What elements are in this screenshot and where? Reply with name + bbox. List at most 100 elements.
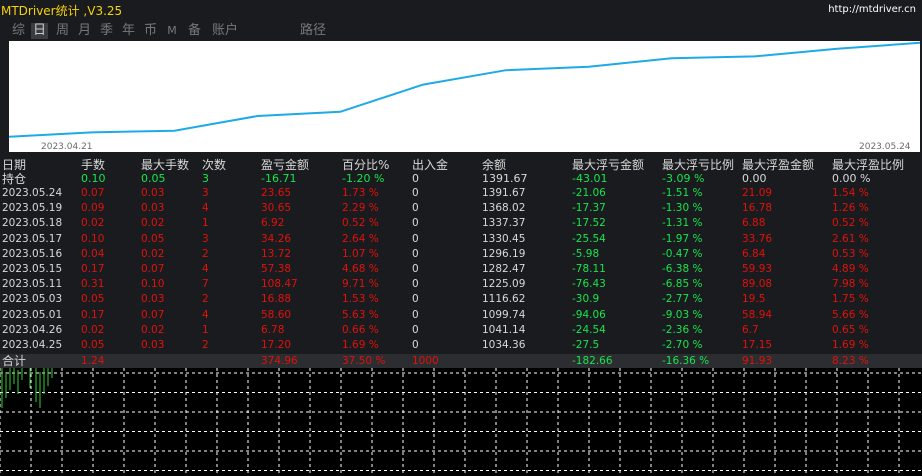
tab-year[interactable]: 年 <box>120 23 137 39</box>
cell-count: 4 <box>202 263 209 275</box>
cell-max-float-profit-pct: 0.00 % <box>832 172 871 185</box>
cell-max-float-profit: 89.08 <box>742 278 773 291</box>
cell-max-float-loss: -27.5 <box>572 339 600 351</box>
cell-lots: 0.10 <box>81 232 105 245</box>
cell-date: 2023.05.17 <box>2 232 63 245</box>
cell-lots: 0.05 <box>81 293 105 306</box>
cell-profit: 30.65 <box>261 202 292 215</box>
cell-max-float-loss: -25.54 <box>572 232 606 245</box>
cell-deposit: 出入金 <box>412 158 449 172</box>
cell-lots: 0.02 <box>81 323 105 336</box>
cell-lots: 0.17 <box>81 263 105 275</box>
cell-percent: 9.71 % <box>342 278 379 291</box>
window-title: MTDriver统计 ,V3.25 <box>1 4 123 18</box>
tab-day[interactable]: 日 <box>31 23 48 39</box>
cell-percent: 1.07 % <box>342 247 379 260</box>
cell-count: 4 <box>202 202 209 215</box>
cell-deposit: 0 <box>412 217 419 230</box>
cell-max-float-loss: -43.01 <box>572 172 608 185</box>
cell-percent: 37.50 % <box>342 355 386 367</box>
cell-deposit: 0 <box>412 232 419 245</box>
cell-max-lots: 0.02 <box>141 323 165 336</box>
balance-chart: 2023.04.21 2023.05.24 <box>9 41 920 152</box>
cell-balance: 1337.37 <box>482 217 526 230</box>
cell-date: 日期 <box>2 158 27 172</box>
cell-profit: 盈亏金额 <box>261 158 310 172</box>
cell-max-float-profit-pct: 1.75 % <box>832 293 869 306</box>
cell-percent: 1.73 % <box>342 187 379 199</box>
tab-currency[interactable]: 币 <box>142 23 159 39</box>
cell-max-float-loss: -17.52 <box>572 217 606 230</box>
cell-max-float-profit-pct: 5.66 % <box>832 308 869 321</box>
cell-profit: 6.78 <box>261 323 285 336</box>
cell-max-lots: 0.05 <box>141 232 165 245</box>
tab-account[interactable]: 账户 <box>210 23 240 39</box>
cell-max-float-loss-pct: -2.70 % <box>662 339 703 351</box>
cell-balance: 1296.19 <box>482 247 526 260</box>
total-row: 合计 1.24 374.96 37.50 % 1000 -182.66 -16.36 % 91… <box>0 354 922 368</box>
cell-lots: 0.17 <box>81 308 105 321</box>
tab-month[interactable]: 月 <box>76 23 93 39</box>
tab-summary[interactable]: 综 <box>10 23 27 39</box>
table-row: 2023.04.25 0.05 0.03 2 17.20 1.69 % 0 1034.36 -2… <box>0 338 922 352</box>
period-tabs: 综 日 周 月 季 年 币 M 备 账户 路径 <box>0 22 922 40</box>
cell-balance: 1391.67 <box>482 172 528 185</box>
cell-lots: 0.04 <box>81 247 105 260</box>
cell-max-float-profit: 0.00 <box>742 172 767 185</box>
tab-quarter[interactable]: 季 <box>98 23 115 39</box>
cell-max-float-loss-pct: -2.77 % <box>662 293 703 306</box>
table-row: 2023.05.11 0.31 0.10 7 108.47 9.71 % 0 1225.09 -… <box>0 277 922 291</box>
cell-deposit: 0 <box>412 293 419 306</box>
cell-balance: 余额 <box>482 158 507 172</box>
cell-lots: 手数 <box>81 158 106 172</box>
cell-percent: 5.63 % <box>342 308 379 321</box>
chart-grid <box>0 368 922 476</box>
cell-max-float-loss-pct: -1.30 % <box>662 202 703 215</box>
cell-max-float-loss-pct: -3.09 % <box>662 172 705 185</box>
website-link[interactable]: http://mtdriver.cn <box>828 4 916 15</box>
table-row: 2023.05.19 0.09 0.03 4 30.65 2.29 % 0 1368.02 -1… <box>0 201 922 215</box>
cell-max-lots: 0.07 <box>141 263 165 275</box>
cell-percent: 2.64 % <box>342 232 379 245</box>
tab-comment[interactable]: 备 <box>186 23 203 39</box>
cell-max-float-profit-pct: 1.26 % <box>832 202 869 215</box>
cell-count: 4 <box>202 308 209 321</box>
cell-lots: 0.10 <box>81 172 106 185</box>
cell-max-float-loss-pct: -9.03 % <box>662 308 703 321</box>
cell-balance: 1282.47 <box>482 263 526 275</box>
cell-max-lots: 最大手数 <box>141 158 190 172</box>
balance-line <box>9 41 920 138</box>
cell-max-float-profit: 33.76 <box>742 232 773 245</box>
cell-max-float-loss-pct: -0.47 % <box>662 247 703 260</box>
cell-max-lots: 0.03 <box>141 187 165 199</box>
cell-max-float-profit: 17.15 <box>742 339 773 351</box>
cell-percent: 1.69 % <box>342 339 379 351</box>
cell-deposit: 0 <box>412 339 419 351</box>
cell-date: 2023.05.11 <box>2 278 63 291</box>
cell-profit: 23.65 <box>261 187 292 199</box>
tab-week[interactable]: 周 <box>54 23 71 39</box>
cell-max-float-loss: -5.98 <box>572 247 600 260</box>
title-bar: MTDriver统计 ,V3.25 http://mtdriver.cn <box>0 0 922 19</box>
cell-date: 2023.05.24 <box>2 187 63 199</box>
cell-max-float-profit-pct: 1.54 % <box>832 187 869 199</box>
cell-profit: 57.38 <box>261 263 292 275</box>
cell-max-float-loss-pct: -1.31 % <box>662 217 703 230</box>
cell-balance: 1041.14 <box>482 323 526 336</box>
table-row: 2023.05.15 0.17 0.07 4 57.38 4.68 % 0 1282.47 -7… <box>0 262 922 276</box>
cell-max-lots: 0.03 <box>141 339 165 351</box>
cell-date: 2023.05.15 <box>2 263 63 275</box>
tab-path[interactable]: 路径 <box>298 23 328 39</box>
balance-chart-svg: 2023.04.21 2023.05.24 <box>9 41 920 152</box>
cell-max-lots: 0.05 <box>141 172 166 185</box>
cell-percent: -1.20 % <box>342 172 385 185</box>
cell-count: 1 <box>202 323 209 336</box>
cell-profit: 17.20 <box>261 339 292 351</box>
cell-count: 3 <box>202 172 209 185</box>
tab-magic[interactable]: M <box>165 23 179 39</box>
cell-max-lots: 0.03 <box>141 293 165 306</box>
cell-lots: 0.09 <box>81 202 105 215</box>
cell-date: 2023.05.03 <box>2 293 63 306</box>
cell-max-float-profit: 6.88 <box>742 217 766 230</box>
cell-max-lots: 0.03 <box>141 202 165 215</box>
